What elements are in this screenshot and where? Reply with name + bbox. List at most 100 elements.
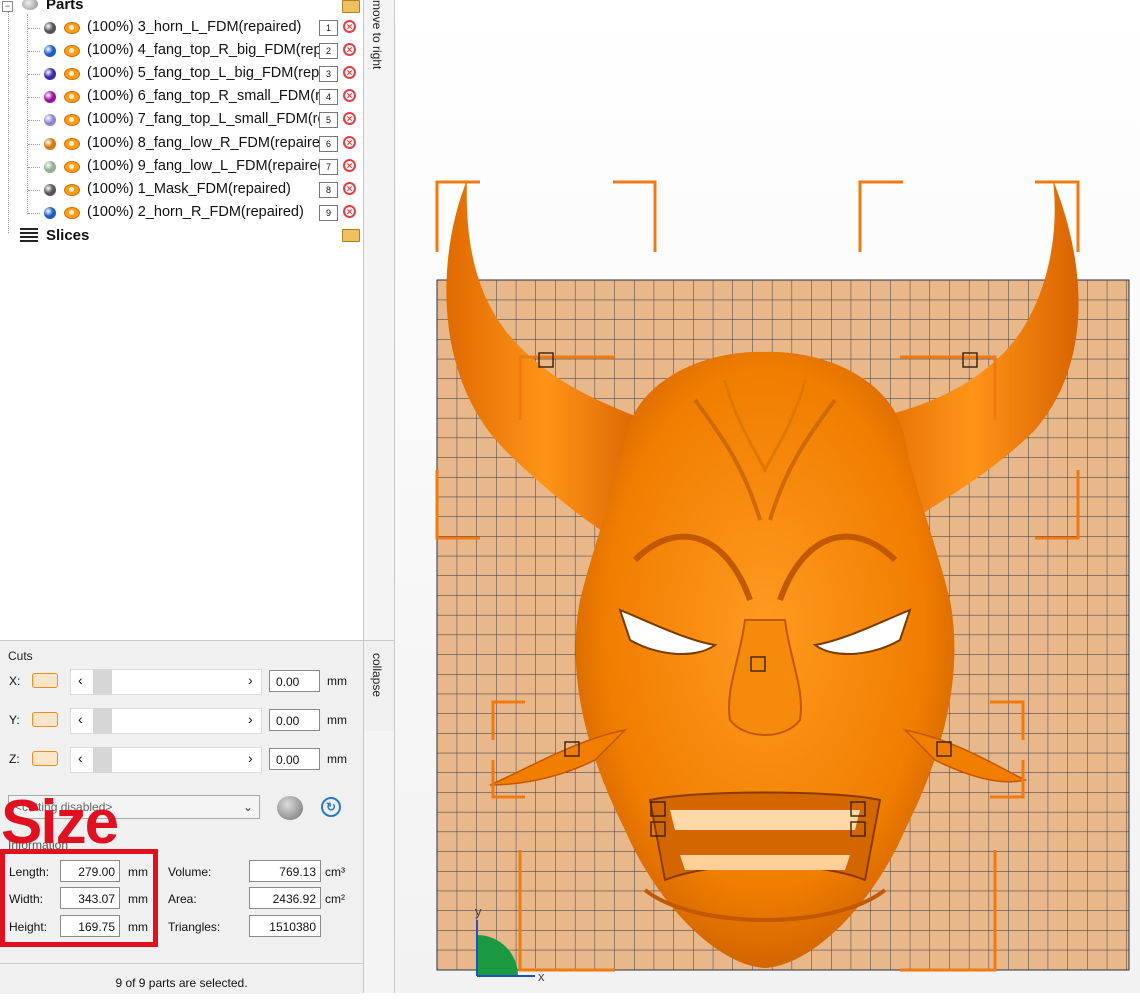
visibility-eye-icon[interactable] <box>64 160 80 173</box>
visibility-eye-icon[interactable] <box>64 68 80 81</box>
tree-branch <box>28 143 40 145</box>
remove-part-icon[interactable]: × <box>343 112 356 126</box>
parts-label: Parts <box>46 0 84 13</box>
cuts-label: Cuts <box>8 649 33 663</box>
part-row[interactable]: (100%) 2_horn_R_FDM(repaired) 9 × <box>0 202 363 225</box>
part-index: 8 <box>319 181 338 198</box>
slices-label: Slices <box>46 227 90 244</box>
viewport-canvas[interactable]: y x <box>395 0 1140 993</box>
collapse-toggle-icon[interactable]: − <box>2 1 13 12</box>
collapse-tab[interactable]: collapse <box>370 653 384 697</box>
part-row[interactable]: (100%) 3_horn_L_FDM(repaired) 1 × <box>0 17 363 40</box>
part-name[interactable]: (100%) 8_fang_low_R_FDM(repaired <box>87 135 319 151</box>
cut-x-input[interactable]: 0.00 <box>269 670 320 692</box>
part-color-icon[interactable] <box>44 68 56 81</box>
part-row[interactable]: (100%) 5_fang_top_L_big_FDM(rep 3 × <box>0 63 363 86</box>
part-row[interactable]: (100%) 1_Mask_FDM(repaired) 8 × <box>0 179 363 202</box>
part-index: 5 <box>319 112 338 129</box>
cut-z-input[interactable]: 0.00 <box>269 748 320 770</box>
slider-thumb[interactable] <box>93 708 112 734</box>
tree-branch <box>28 212 40 214</box>
part-name[interactable]: (100%) 3_horn_L_FDM(repaired) <box>87 19 319 35</box>
part-name[interactable]: (100%) 5_fang_top_L_big_FDM(rep <box>87 65 319 81</box>
globe-button[interactable] <box>277 796 303 820</box>
axis-y-label: y <box>475 904 482 919</box>
part-name[interactable]: (100%) 9_fang_low_L_FDM(repaired <box>87 158 319 174</box>
part-index: 9 <box>319 204 338 221</box>
triangles-value: 1510380 <box>249 915 321 937</box>
part-row[interactable]: (100%) 9_fang_low_L_FDM(repaired 7 × <box>0 156 363 179</box>
chevron-down-icon: ⌄ <box>242 800 253 814</box>
remove-part-icon[interactable]: × <box>343 204 356 218</box>
part-color-icon[interactable] <box>44 22 56 34</box>
part-index: 7 <box>319 158 338 175</box>
part-index: 4 <box>319 89 338 106</box>
part-index: 3 <box>319 66 338 83</box>
3d-viewport[interactable]: y x <box>395 0 1140 993</box>
slider-left-icon[interactable]: ‹ <box>78 672 83 688</box>
part-index: 2 <box>319 43 338 60</box>
cut-plane-z-icon[interactable] <box>32 751 58 766</box>
visibility-eye-icon[interactable] <box>64 114 80 127</box>
axis-x-label: x <box>538 969 545 984</box>
part-index: 1 <box>319 20 338 36</box>
part-color-icon[interactable] <box>44 206 56 219</box>
visibility-eye-icon[interactable] <box>64 91 80 104</box>
part-row[interactable]: (100%) 7_fang_top_L_small_FDM(re 5 × <box>0 109 363 132</box>
visibility-eye-icon[interactable] <box>64 137 80 150</box>
slider-right-icon[interactable]: › <box>248 672 253 688</box>
part-row[interactable]: (100%) 8_fang_low_R_FDM(repaired 6 × <box>0 133 363 156</box>
refresh-button[interactable]: ↻ <box>321 797 341 817</box>
remove-part-icon[interactable]: × <box>343 158 356 172</box>
remove-part-icon[interactable]: × <box>343 135 356 149</box>
visibility-eye-icon[interactable] <box>64 22 80 34</box>
part-color-icon[interactable] <box>44 45 56 58</box>
slices-icon <box>20 228 38 242</box>
part-row[interactable]: (100%) 4_fang_top_R_big_FDM(rep 2 × <box>0 40 363 63</box>
visibility-eye-icon[interactable] <box>64 183 80 196</box>
part-name[interactable]: (100%) 7_fang_top_L_small_FDM(re <box>87 111 319 127</box>
remove-part-icon[interactable]: × <box>343 43 356 57</box>
triangles-label: Triangles: <box>168 920 221 934</box>
part-color-icon[interactable] <box>44 183 56 196</box>
part-name[interactable]: (100%) 2_horn_R_FDM(repaired) <box>87 204 319 220</box>
parts-icon <box>22 0 38 10</box>
part-name[interactable]: (100%) 6_fang_top_R_small_FDM(re <box>87 88 319 104</box>
part-name[interactable]: (100%) 1_Mask_FDM(repaired) <box>87 181 319 197</box>
volume-value: 769.13 <box>249 860 321 882</box>
part-color-icon[interactable] <box>44 137 56 150</box>
side-tab-strip: move to right collapse <box>364 0 395 993</box>
part-color-icon[interactable] <box>44 114 56 127</box>
slider-thumb[interactable] <box>93 669 112 695</box>
part-color-icon[interactable] <box>44 160 56 173</box>
remove-part-icon[interactable]: × <box>343 89 356 103</box>
cut-plane-x-icon[interactable] <box>32 673 58 688</box>
slider-right-icon[interactable]: › <box>248 750 253 766</box>
cut-row-x: X: ‹ › 0.00 mm <box>0 667 363 697</box>
visibility-eye-icon[interactable] <box>64 45 80 58</box>
remove-part-icon[interactable]: × <box>343 20 356 33</box>
tree-branch <box>28 74 40 76</box>
part-name[interactable]: (100%) 4_fang_top_R_big_FDM(rep <box>87 42 319 58</box>
slider-left-icon[interactable]: ‹ <box>78 711 83 727</box>
cut-plane-y-icon[interactable] <box>32 712 58 727</box>
parts-folder-icon[interactable] <box>342 0 360 13</box>
axis-label: Z: <box>9 752 20 766</box>
cut-y-input[interactable]: 0.00 <box>269 709 320 731</box>
visibility-eye-icon[interactable] <box>64 206 80 219</box>
unit-label: mm <box>327 674 347 688</box>
slider-left-icon[interactable]: ‹ <box>78 750 83 766</box>
part-row[interactable]: (100%) 6_fang_top_R_small_FDM(re 4 × <box>0 86 363 109</box>
remove-part-icon[interactable]: × <box>343 181 356 195</box>
tree-branch <box>28 97 40 99</box>
tree-branch <box>28 28 40 29</box>
tree-branch <box>28 51 40 53</box>
move-to-right-tab[interactable]: move to right <box>370 0 384 69</box>
slider-thumb[interactable] <box>93 747 112 773</box>
part-color-icon[interactable] <box>44 91 56 104</box>
tree-branch <box>28 120 40 122</box>
slider-right-icon[interactable]: › <box>248 711 253 727</box>
remove-part-icon[interactable]: × <box>343 66 356 80</box>
axis-label: Y: <box>9 713 20 727</box>
slices-folder-icon[interactable] <box>342 229 360 242</box>
